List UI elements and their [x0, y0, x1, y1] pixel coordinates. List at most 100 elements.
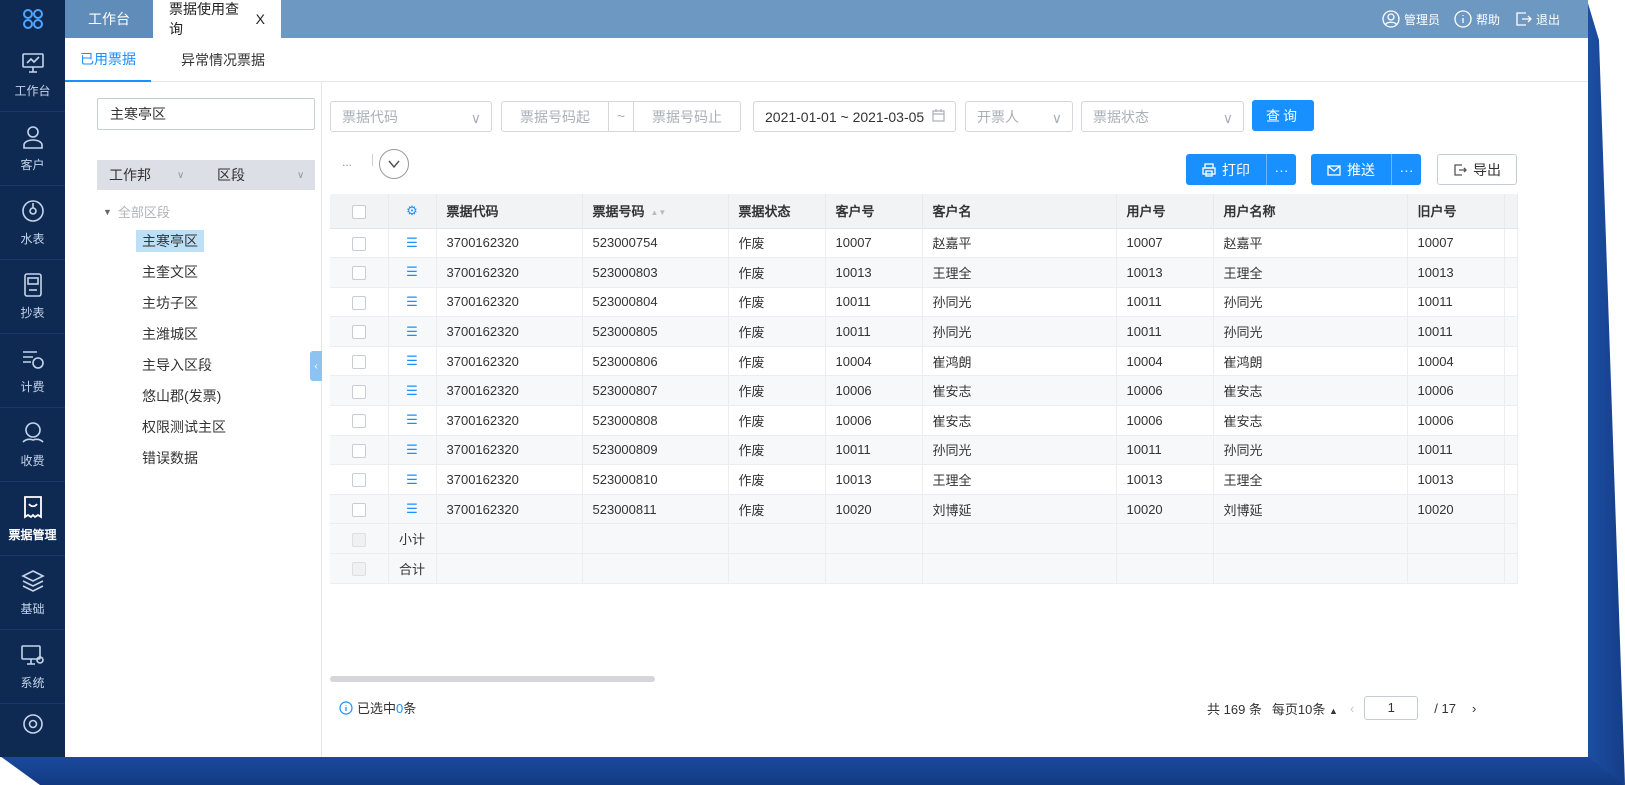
- sidebar-item-meter-reading[interactable]: 抄表: [0, 260, 65, 334]
- table-row[interactable]: ☰ 3700162320 523000809 作废 10011 孙同光 10011 孙同光 10…: [330, 435, 1518, 466]
- row-detail-button[interactable]: ☰: [388, 405, 437, 436]
- select-all-checkbox[interactable]: [330, 194, 389, 229]
- panel-collapse-handle[interactable]: ‹: [310, 351, 322, 381]
- push-button[interactable]: 推送: [1311, 154, 1391, 185]
- print-more-button[interactable]: ···: [1266, 154, 1296, 185]
- table-cell: 王理全: [1213, 257, 1408, 288]
- page-number-input[interactable]: 1: [1364, 696, 1419, 720]
- number-end-input[interactable]: 票据号码止: [634, 107, 740, 127]
- horizontal-scrollbar[interactable]: [330, 676, 655, 682]
- row-detail-button[interactable]: ☰: [388, 375, 437, 407]
- export-icon: [1454, 163, 1467, 176]
- row-checkbox[interactable]: [330, 287, 389, 318]
- column-header[interactable]: 票据状态: [728, 194, 826, 229]
- table-row[interactable]: ☰ 3700162320 523000803 作废 10013 王理全 10013 王理全 10…: [330, 257, 1518, 288]
- tree-node[interactable]: 主导入区段: [136, 354, 218, 376]
- tree-root[interactable]: ▼ 全部区段: [103, 202, 170, 221]
- logout-button[interactable]: 退出: [1514, 10, 1560, 28]
- table-row[interactable]: ☰ 3700162320 523000808 作废 10006 崔安志 10006 崔安志 10…: [330, 405, 1518, 436]
- table-row[interactable]: ☰ 3700162320 523000805 作废 10011 孙同光 10011 孙同光 10…: [330, 316, 1518, 347]
- table-cell: 3700162320: [436, 257, 583, 288]
- column-header[interactable]: 票据代码: [436, 194, 583, 229]
- row-checkbox[interactable]: [330, 494, 389, 525]
- row-detail-button[interactable]: ☰: [388, 346, 437, 377]
- sidebar-item-ticket-management[interactable]: 票据管理: [0, 482, 65, 556]
- tree-node[interactable]: 悠山郡(发票): [136, 385, 227, 407]
- list-icon: ☰: [406, 382, 418, 398]
- query-button[interactable]: 查询: [1252, 100, 1314, 131]
- row-detail-button[interactable]: ☰: [388, 435, 437, 466]
- column-header[interactable]: 客户名: [922, 194, 1117, 229]
- tab-workbench[interactable]: 工作台: [65, 0, 153, 38]
- row-checkbox[interactable]: [330, 464, 389, 495]
- tab-used-tickets[interactable]: 已用票据: [65, 38, 151, 82]
- table-row[interactable]: ☰ 3700162320 523000806 作废 10004 崔鸿朗 10004 崔鸿朗 10…: [330, 346, 1518, 377]
- table-cell: 崔安志: [922, 405, 1117, 436]
- expand-filters-button[interactable]: [379, 149, 409, 179]
- next-page-button[interactable]: ›: [1472, 701, 1476, 716]
- row-detail-button[interactable]: ☰: [388, 464, 437, 495]
- area-search-input[interactable]: 主寒亭区: [97, 98, 315, 130]
- tab-abnormal-tickets[interactable]: 异常情况票据: [181, 38, 265, 82]
- table-row[interactable]: ☰ 3700162320 523000807 作废 10006 崔安志 10006 崔安志 10…: [330, 375, 1518, 407]
- push-label: 推送: [1347, 161, 1375, 178]
- column-header[interactable]: 用户名称: [1213, 194, 1408, 229]
- row-checkbox[interactable]: [330, 316, 389, 347]
- column-header-sortable[interactable]: 票据号码 ▲▼: [582, 194, 729, 229]
- row-checkbox[interactable]: [330, 435, 389, 466]
- issuer-select[interactable]: 开票人 ∨: [965, 101, 1073, 132]
- column-header[interactable]: 用户号: [1116, 194, 1214, 229]
- table-cell: 10013: [1407, 257, 1505, 288]
- sort-icon[interactable]: ▲▼: [651, 208, 667, 217]
- date-range-picker[interactable]: 2021-01-01 ~ 2021-03-05: [753, 101, 956, 132]
- column-header[interactable]: 客户号: [825, 194, 923, 229]
- table-row[interactable]: ☰ 3700162320 523000810 作废 10013 王理全 10013 王理全 10…: [330, 464, 1518, 495]
- export-button[interactable]: 导出: [1437, 154, 1517, 185]
- page-size-select[interactable]: 每页10条 ▲: [1272, 699, 1338, 718]
- tree-header-section[interactable]: 区段 ∨: [205, 165, 304, 185]
- print-button[interactable]: 打印: [1186, 154, 1266, 185]
- tree-node[interactable]: 主寒亭区: [136, 230, 204, 252]
- push-more-button[interactable]: ···: [1391, 154, 1421, 185]
- tree-node[interactable]: 错误数据: [136, 447, 204, 469]
- tree-node[interactable]: 主奎文区: [136, 261, 204, 283]
- sidebar-item-workbench[interactable]: 工作台: [0, 38, 65, 112]
- row-detail-button[interactable]: ☰: [388, 257, 437, 288]
- table-row[interactable]: ☰ 3700162320 523000804 作废 10011 孙同光 10011 孙同光 10…: [330, 287, 1518, 318]
- row-detail-button[interactable]: ☰: [388, 494, 437, 525]
- table-row[interactable]: ☰ 3700162320 523000754 作废 10007 赵嘉平 10007 赵嘉平 10…: [330, 228, 1518, 259]
- ticket-code-select[interactable]: 票据代码 ∨: [330, 101, 492, 132]
- row-checkbox[interactable]: [330, 405, 389, 436]
- help-button[interactable]: 帮助: [1454, 10, 1500, 28]
- sidebar-item-customer[interactable]: 客户: [0, 112, 65, 186]
- row-checkbox[interactable]: [330, 346, 389, 377]
- row-detail-button[interactable]: ☰: [388, 287, 437, 318]
- tree-node[interactable]: 主坊子区: [136, 292, 204, 314]
- row-checkbox[interactable]: [330, 257, 389, 288]
- row-checkbox[interactable]: [330, 375, 389, 407]
- sidebar-item-basic[interactable]: 基础: [0, 556, 65, 630]
- row-checkbox[interactable]: [330, 228, 389, 259]
- row-detail-button[interactable]: ☰: [388, 228, 437, 259]
- table-cell: 赵嘉平: [922, 228, 1117, 259]
- tab-ticket-query[interactable]: 票据使用查询 X: [153, 0, 281, 38]
- tree-node[interactable]: 主潍城区: [136, 323, 204, 345]
- prev-page-button[interactable]: ‹: [1350, 701, 1354, 716]
- sidebar-settings-button[interactable]: [0, 704, 65, 744]
- sidebar-item-billing[interactable]: 计费: [0, 334, 65, 408]
- table-row[interactable]: ☰ 3700162320 523000811 作废 10020 刘博延 10020 刘博延 10…: [330, 494, 1518, 525]
- user-button[interactable]: 管理员: [1382, 10, 1440, 28]
- app-logo-icon[interactable]: [0, 0, 65, 38]
- close-icon[interactable]: X: [256, 11, 265, 27]
- sidebar-item-system[interactable]: 系统: [0, 630, 65, 704]
- user-menu: 管理员 帮助 退出: [1382, 0, 1560, 38]
- column-header[interactable]: 旧户号: [1407, 194, 1505, 229]
- sidebar-item-payment[interactable]: 收费: [0, 408, 65, 482]
- column-settings-button[interactable]: ⚙: [388, 194, 437, 229]
- sidebar-item-water-meter[interactable]: 水表: [0, 186, 65, 260]
- tree-node[interactable]: 权限测试主区: [136, 416, 232, 438]
- row-detail-button[interactable]: ☰: [388, 316, 437, 347]
- number-start-input[interactable]: 票据号码起: [502, 107, 608, 127]
- ticket-status-select[interactable]: 票据状态 ∨: [1081, 101, 1244, 132]
- tree-header-work-group[interactable]: 工作邦 ∨: [97, 165, 205, 185]
